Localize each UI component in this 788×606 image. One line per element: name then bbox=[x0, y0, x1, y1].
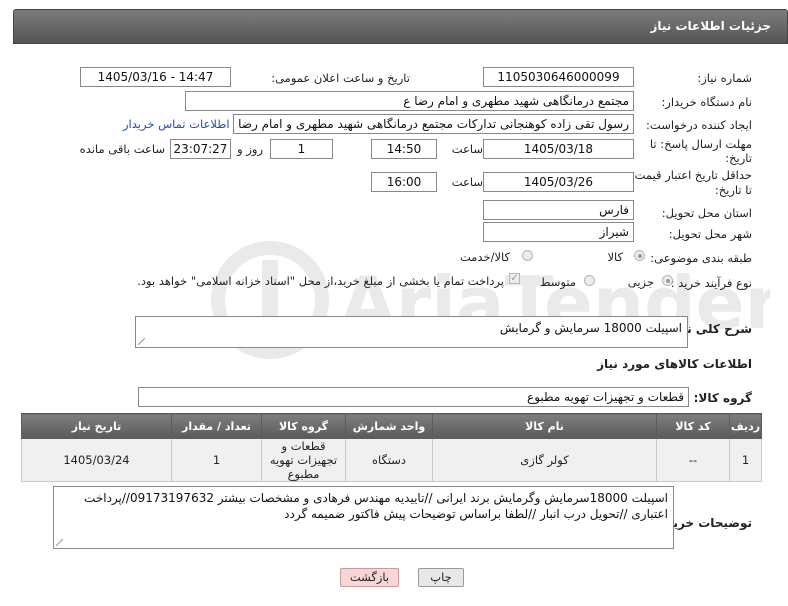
province-label: استان محل تحویل: bbox=[661, 206, 752, 220]
remaining-label: ساعت باقی مانده bbox=[79, 142, 165, 156]
process-label: نوع فرآیند خرید : bbox=[670, 276, 752, 290]
buyer-contact-link[interactable]: اطلاعات تماس خریدار bbox=[123, 117, 230, 131]
col-header-group: گروه کالا bbox=[261, 413, 346, 439]
category-goods-service-radio[interactable] bbox=[522, 250, 533, 261]
process-small-radio[interactable] bbox=[662, 275, 673, 286]
creator-label: ایجاد کننده درخواست: bbox=[646, 118, 752, 132]
category-label: طبقه بندی موضوعی: bbox=[650, 251, 752, 265]
validity-time-label: ساعت bbox=[451, 175, 483, 189]
resize-grip[interactable] bbox=[56, 539, 63, 546]
cell-unit: دستگاه bbox=[345, 438, 433, 482]
col-header-quantity: تعداد / مقدار bbox=[171, 413, 262, 439]
announce-label: تاریخ و ساعت اعلان عمومی: bbox=[271, 71, 410, 85]
category-goods-radio[interactable] bbox=[634, 250, 645, 261]
summary-field: اسپیلت 18000 سرمایش و گرمایش bbox=[135, 316, 688, 348]
process-small-label: جزیی bbox=[627, 275, 654, 289]
process-medium-label: متوسط bbox=[539, 275, 576, 289]
table-row: 1 -- کولر گازی دستگاه قطعات و تجهیزات ته… bbox=[21, 438, 762, 482]
col-header-unit: واحد شمارش bbox=[345, 413, 433, 439]
deadline-time-label: ساعت bbox=[451, 142, 483, 156]
deadline-date-field: 1405/03/18 bbox=[483, 139, 634, 159]
buyer-org-label: نام دستگاه خریدار: bbox=[661, 95, 752, 109]
buyer-notes-field: اسپیلت 18000سرمایش وگرمایش برند ایرانی /… bbox=[53, 486, 674, 549]
summary-text: اسپیلت 18000 سرمایش و گرمایش bbox=[499, 321, 682, 335]
validity-time-field: 16:00 bbox=[371, 172, 437, 192]
cell-quantity: 1 bbox=[171, 438, 262, 482]
days-field: 1 bbox=[270, 139, 333, 159]
cell-item-code: -- bbox=[656, 438, 730, 482]
deadline-label-date: تاریخ: bbox=[725, 151, 752, 165]
city-field: شیراز bbox=[483, 222, 634, 242]
goods-group-label: گروه کالا: bbox=[693, 391, 752, 405]
category-goods-label: کالا bbox=[607, 250, 623, 264]
cell-row-number: 1 bbox=[729, 438, 762, 482]
province-field: فارس bbox=[483, 200, 634, 220]
creator-field: رسول تقی زاده کوهنجانی تدارکات مجتمع درم… bbox=[233, 114, 634, 134]
validity-label-date: تا تاریخ: bbox=[714, 183, 752, 197]
need-number-label: شماره نیاز: bbox=[697, 71, 752, 85]
deadline-label: مهلت ارسال پاسخ: تا bbox=[649, 137, 752, 151]
col-header-item-code: کد کالا bbox=[656, 413, 730, 439]
goods-group-field: قطعات و تجهیزات تهویه مطبوع bbox=[138, 387, 689, 407]
validity-date-field: 1405/03/26 bbox=[483, 172, 634, 192]
resize-grip[interactable] bbox=[138, 338, 145, 345]
table-header-row: ردیف کد کالا نام کالا واحد شمارش گروه کا… bbox=[21, 413, 762, 439]
buyer-notes-text: اسپیلت 18000سرمایش وگرمایش برند ایرانی /… bbox=[84, 491, 668, 521]
goods-table: ردیف کد کالا نام کالا واحد شمارش گروه کا… bbox=[21, 413, 762, 482]
cell-item-name: کولر گازی bbox=[432, 438, 657, 482]
panel-title: جزئیات اطلاعات نیاز bbox=[650, 19, 771, 33]
goods-section-title: اطلاعات کالاهای مورد نیاز bbox=[597, 357, 752, 371]
cell-need-date: 1405/03/24 bbox=[21, 438, 172, 482]
buyer-org-field: مجتمع درمانگاهی شهید مطهری و امام رضا ع bbox=[185, 91, 634, 111]
need-number-field: 1105030646000099 bbox=[483, 67, 634, 87]
remaining-time-field: 23:07:27 bbox=[170, 139, 231, 159]
process-medium-radio[interactable] bbox=[584, 275, 595, 286]
print-button[interactable]: چاپ bbox=[418, 568, 464, 587]
col-header-row-number: ردیف bbox=[729, 413, 762, 439]
panel-header: جزئیات اطلاعات نیاز bbox=[13, 9, 788, 44]
cell-group: قطعات و تجهیزات تهویه مطبوع bbox=[261, 438, 346, 482]
col-header-need-date: تاریخ نیاز bbox=[21, 413, 172, 439]
deadline-time-field: 14:50 bbox=[371, 139, 437, 159]
announce-field: 1405/03/16 - 14:47 bbox=[80, 67, 231, 87]
treasury-payment-note: پرداخت تمام یا بخشی از مبلغ خرید،از محل … bbox=[137, 274, 504, 288]
validity-label: حداقل تاریخ اعتبار قیمت: bbox=[630, 168, 752, 182]
back-button[interactable]: بازگشت bbox=[340, 568, 399, 587]
days-label: روز و bbox=[237, 142, 263, 156]
treasury-payment-checkbox[interactable]: ✓ bbox=[509, 273, 520, 284]
category-goods-service-label: کالا/خدمت bbox=[459, 250, 510, 264]
col-header-item-name: نام کالا bbox=[432, 413, 657, 439]
city-label: شهر محل تحویل: bbox=[668, 227, 752, 241]
